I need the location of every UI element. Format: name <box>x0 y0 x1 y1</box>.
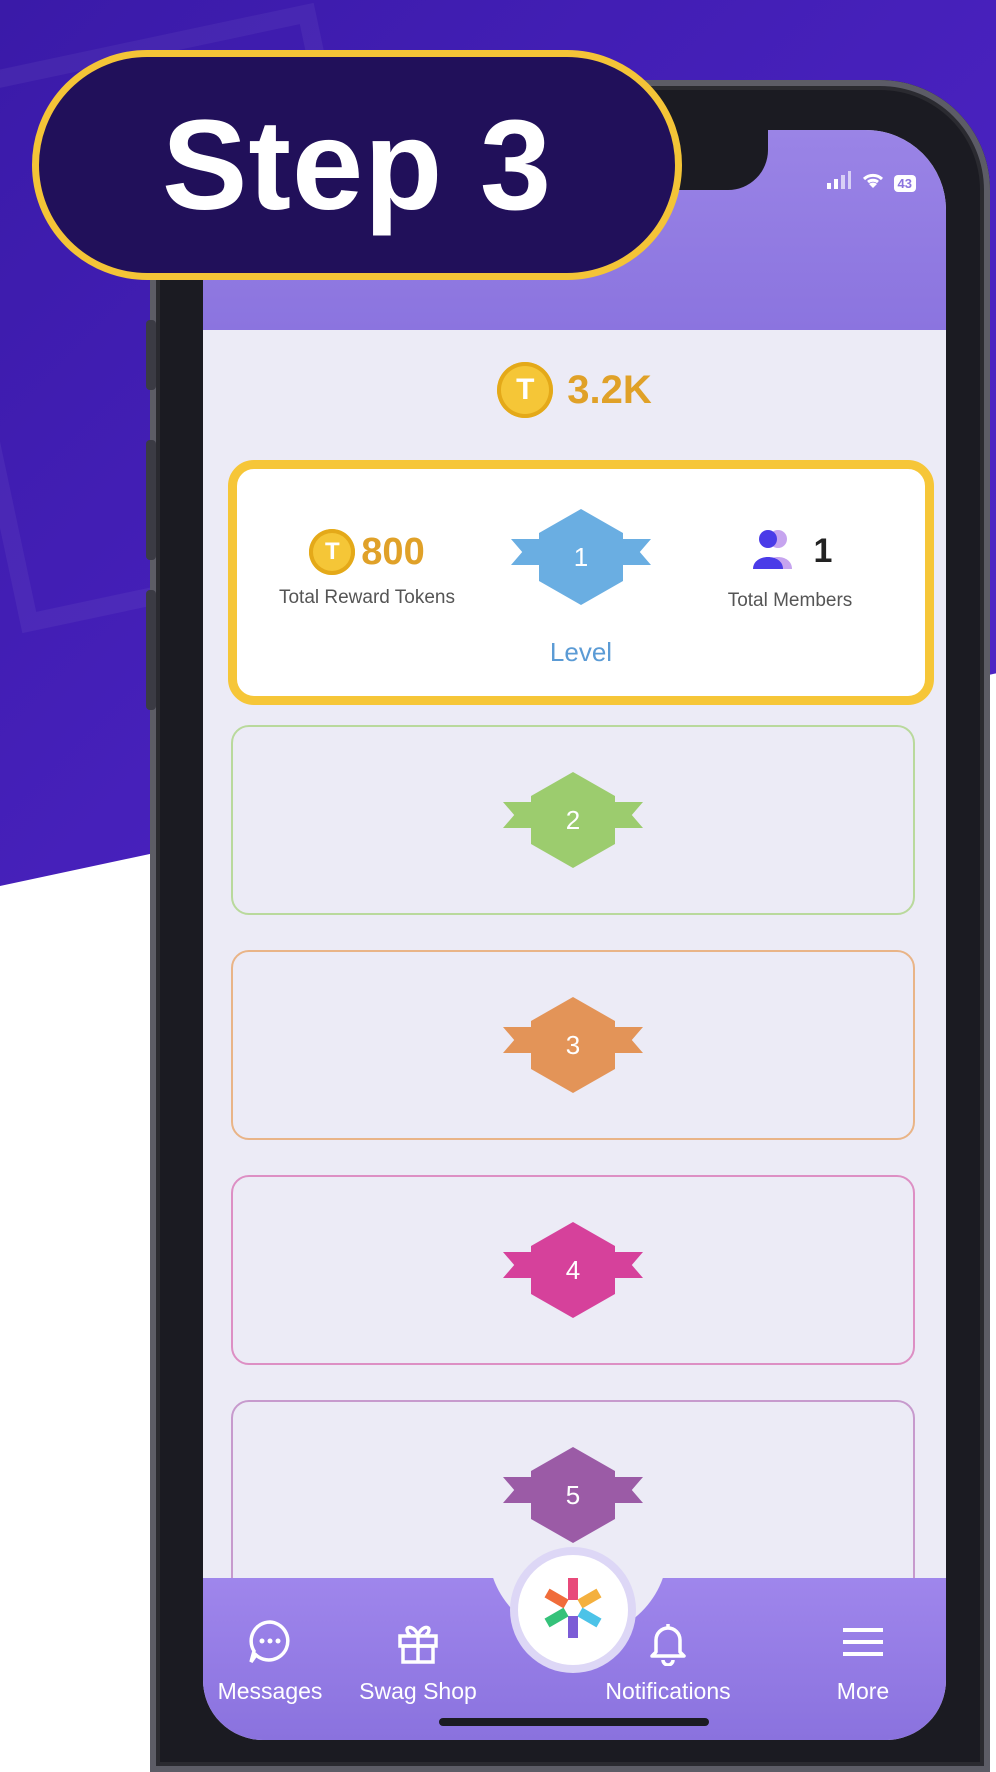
level-4-badge: 4 <box>503 1222 643 1322</box>
menu-icon <box>798 1616 928 1668</box>
home-fab[interactable] <box>518 1555 628 1665</box>
ribbon-right <box>611 1477 643 1503</box>
ribbon-left <box>503 1027 535 1053</box>
ribbon-left <box>503 1252 535 1278</box>
ribbon-right <box>619 539 651 565</box>
level-2-card[interactable]: 2 <box>231 725 915 915</box>
wifi-icon <box>860 170 886 196</box>
signal-icon <box>826 170 852 196</box>
step-banner: Step 3 <box>32 50 682 280</box>
reward-tokens-stat: T 800 Total Reward Tokens <box>262 529 472 609</box>
phone-side-button <box>146 320 156 390</box>
level-5-badge: 5 <box>503 1447 643 1547</box>
ribbon-right <box>611 1027 643 1053</box>
coin-icon: T <box>309 529 356 575</box>
phone-side-button <box>146 590 156 710</box>
level-3-badge: 3 <box>503 997 643 1097</box>
nav-notifications-label: Notifications <box>605 1678 731 1704</box>
level-number: 1 <box>539 509 623 605</box>
ribbon-right <box>611 802 643 828</box>
level-1-badge: 1 <box>511 509 651 609</box>
home-indicator <box>439 1718 709 1726</box>
reward-tokens-label: Total Reward Tokens <box>278 587 456 608</box>
phone-screen: 43 T 3.2K T 800 Total Reward Tokens 1 Le… <box>203 130 946 1740</box>
members-value: 1 <box>813 532 833 570</box>
nav-swag-shop-label: Swag Shop <box>359 1678 477 1704</box>
app-logo-icon <box>538 1573 608 1648</box>
nav-swag-shop[interactable]: Swag Shop <box>343 1616 493 1705</box>
level-1-card[interactable]: T 800 Total Reward Tokens 1 Level 1 Tota… <box>228 460 934 705</box>
coin-icon: T <box>497 362 554 418</box>
level-number: 3 <box>531 997 615 1093</box>
ribbon-left <box>511 539 543 565</box>
gift-icon <box>343 1616 493 1668</box>
ribbon-left <box>503 802 535 828</box>
nav-messages-label: Messages <box>217 1678 323 1704</box>
step-label: Step 3 <box>161 93 553 237</box>
nav-more[interactable]: More <box>798 1616 928 1705</box>
level-number: 2 <box>531 772 615 868</box>
ribbon-right <box>611 1252 643 1278</box>
level-2-badge: 2 <box>503 772 643 872</box>
level-4-card[interactable]: 4 <box>231 1175 915 1365</box>
battery-icon: 43 <box>893 174 916 192</box>
phone-side-button <box>146 440 156 560</box>
level-label: Level <box>549 637 613 667</box>
nav-more-label: More <box>836 1678 890 1704</box>
reward-tokens-value: 800 <box>361 530 425 573</box>
status-bar: 43 <box>826 170 916 196</box>
members-stat: 1 Total Members <box>695 527 885 612</box>
token-balance: T 3.2K <box>203 362 946 418</box>
level-number: 5 <box>531 1447 615 1543</box>
nav-messages[interactable]: Messages <box>203 1616 345 1705</box>
level-number: 4 <box>531 1222 615 1318</box>
messages-icon <box>203 1616 345 1668</box>
members-label: Total Members <box>727 590 853 611</box>
level-3-card[interactable]: 3 <box>231 950 915 1140</box>
members-icon <box>748 527 798 576</box>
balance-value: 3.2K <box>567 367 652 412</box>
ribbon-left <box>503 1477 535 1503</box>
